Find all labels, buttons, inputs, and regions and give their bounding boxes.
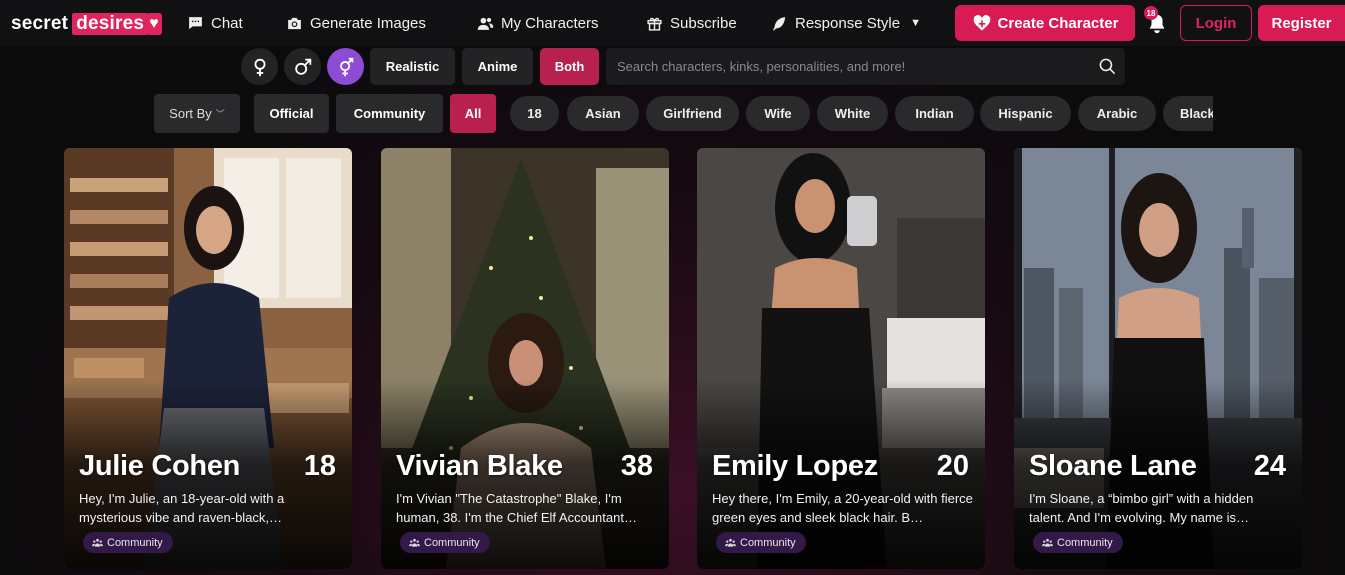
register-button[interactable]: Register (1258, 5, 1345, 41)
nav-generate-images[interactable]: Generate Images (285, 12, 426, 34)
create-character-label: Create Character (997, 14, 1119, 32)
nav-chat[interactable]: Chat (186, 12, 243, 34)
character-card[interactable]: Julie Cohen 18 Hey, I'm Julie, an 18-yea… (64, 148, 352, 569)
login-button[interactable]: Login (1180, 5, 1252, 41)
notifications-button[interactable]: 18 (1144, 6, 1170, 36)
type-official-button[interactable]: Official (254, 94, 329, 133)
tag-chip-indian[interactable]: Indian (895, 96, 974, 131)
filter-trans-button[interactable] (327, 48, 364, 85)
nav-generate-label: Generate Images (310, 14, 426, 32)
top-navbar: secret desires ♥ Chat Generate Images My… (0, 0, 1345, 46)
users-icon (476, 14, 494, 32)
logo-word-secret: secret (11, 13, 69, 34)
character-card[interactable]: Emily Lopez 20 Hey there, I'm Emily, a 2… (697, 148, 985, 569)
community-icon (725, 538, 736, 547)
character-age: 24 (1253, 450, 1286, 482)
style-anime-button[interactable]: Anime (462, 48, 533, 85)
logo-word-desires: desires (72, 13, 149, 35)
nav-chat-label: Chat (211, 14, 243, 32)
character-age: 18 (303, 450, 336, 482)
character-name: Emily Lopez (712, 450, 878, 482)
nav-characters-label: My Characters (501, 14, 599, 32)
character-age: 20 (936, 450, 969, 482)
nav-my-characters[interactable]: My Characters (476, 12, 599, 34)
community-badge: Community (716, 532, 806, 553)
community-icon (409, 538, 420, 547)
search-bar (606, 48, 1125, 85)
character-age: 38 (620, 450, 653, 482)
community-icon (92, 538, 103, 547)
character-card[interactable]: Vivian Blake 38 I'm Vivian "The Catastro… (381, 148, 669, 569)
tag-chip-arabic[interactable]: Arabic (1078, 96, 1156, 131)
chat-bubble-icon (186, 14, 204, 32)
filter-male-button[interactable] (284, 48, 321, 85)
sort-by-dropdown[interactable]: Sort By ﹀ (154, 94, 240, 133)
search-input[interactable] (606, 59, 1076, 74)
tag-chip-white[interactable]: White (817, 96, 888, 131)
gift-icon (645, 14, 663, 32)
notification-count-badge: 18 (1144, 6, 1158, 20)
style-realistic-button[interactable]: Realistic (370, 48, 455, 85)
trans-icon (339, 57, 353, 76)
male-icon (294, 58, 311, 75)
sort-by-label: Sort By (169, 106, 212, 121)
heart-icon: ♥ (148, 13, 162, 35)
community-badge-label: Community (107, 536, 163, 549)
character-card[interactable]: Sloane Lane 24 I'm Sloane, a “bimbo girl… (1014, 148, 1302, 569)
tag-chip-black[interactable]: Black (1163, 96, 1213, 131)
community-badge-label: Community (740, 536, 796, 549)
community-badge: Community (1033, 532, 1123, 553)
character-name: Vivian Blake (396, 450, 563, 482)
character-description: I'm Vivian "The Catastrophe" Blake, I'm … (396, 491, 637, 525)
site-logo[interactable]: secret desires ♥ (11, 12, 162, 36)
community-badge-label: Community (1057, 536, 1113, 549)
community-badge: Community (83, 532, 173, 553)
character-description: I'm Sloane, a “bimbo girl” with a hidden… (1029, 491, 1254, 525)
community-badge: Community (400, 532, 490, 553)
type-community-button[interactable]: Community (336, 94, 443, 133)
search-icon[interactable] (1098, 57, 1117, 76)
type-all-button[interactable]: All (450, 94, 496, 133)
character-name: Sloane Lane (1029, 450, 1197, 482)
filter-female-button[interactable] (241, 48, 278, 85)
tag-chip-asian[interactable]: Asian (567, 96, 639, 131)
character-description: Hey, I'm Julie, an 18-year-old with a my… (79, 491, 285, 525)
tag-chip-wife[interactable]: Wife (746, 96, 810, 131)
community-badge-label: Community (424, 536, 480, 549)
tag-chip-18[interactable]: 18 (510, 96, 559, 131)
character-name: Julie Cohen (79, 450, 241, 482)
character-description: Hey there, I'm Emily, a 20-year-old with… (712, 491, 973, 525)
female-icon (254, 58, 265, 76)
nav-subscribe[interactable]: Subscribe (645, 12, 737, 34)
tag-chip-hispanic[interactable]: Hispanic (980, 96, 1071, 131)
heart-plus-icon (973, 15, 990, 31)
create-character-button[interactable]: Create Character (955, 5, 1135, 41)
tag-chip-girlfriend[interactable]: Girlfriend (646, 96, 739, 131)
style-both-button[interactable]: Both (540, 48, 599, 85)
caret-down-icon: ▼ (910, 17, 921, 29)
feather-icon (770, 14, 788, 32)
nav-response-style-label: Response Style (795, 14, 901, 32)
nav-subscribe-label: Subscribe (670, 14, 737, 32)
community-icon (1042, 538, 1053, 547)
camera-icon (285, 14, 303, 32)
nav-response-style[interactable]: Response Style ▼ (770, 12, 921, 34)
chevron-down-icon: ﹀ (215, 109, 225, 119)
tag-chip-row: 18 Asian Girlfriend Wife White Indian Hi… (510, 96, 1213, 132)
